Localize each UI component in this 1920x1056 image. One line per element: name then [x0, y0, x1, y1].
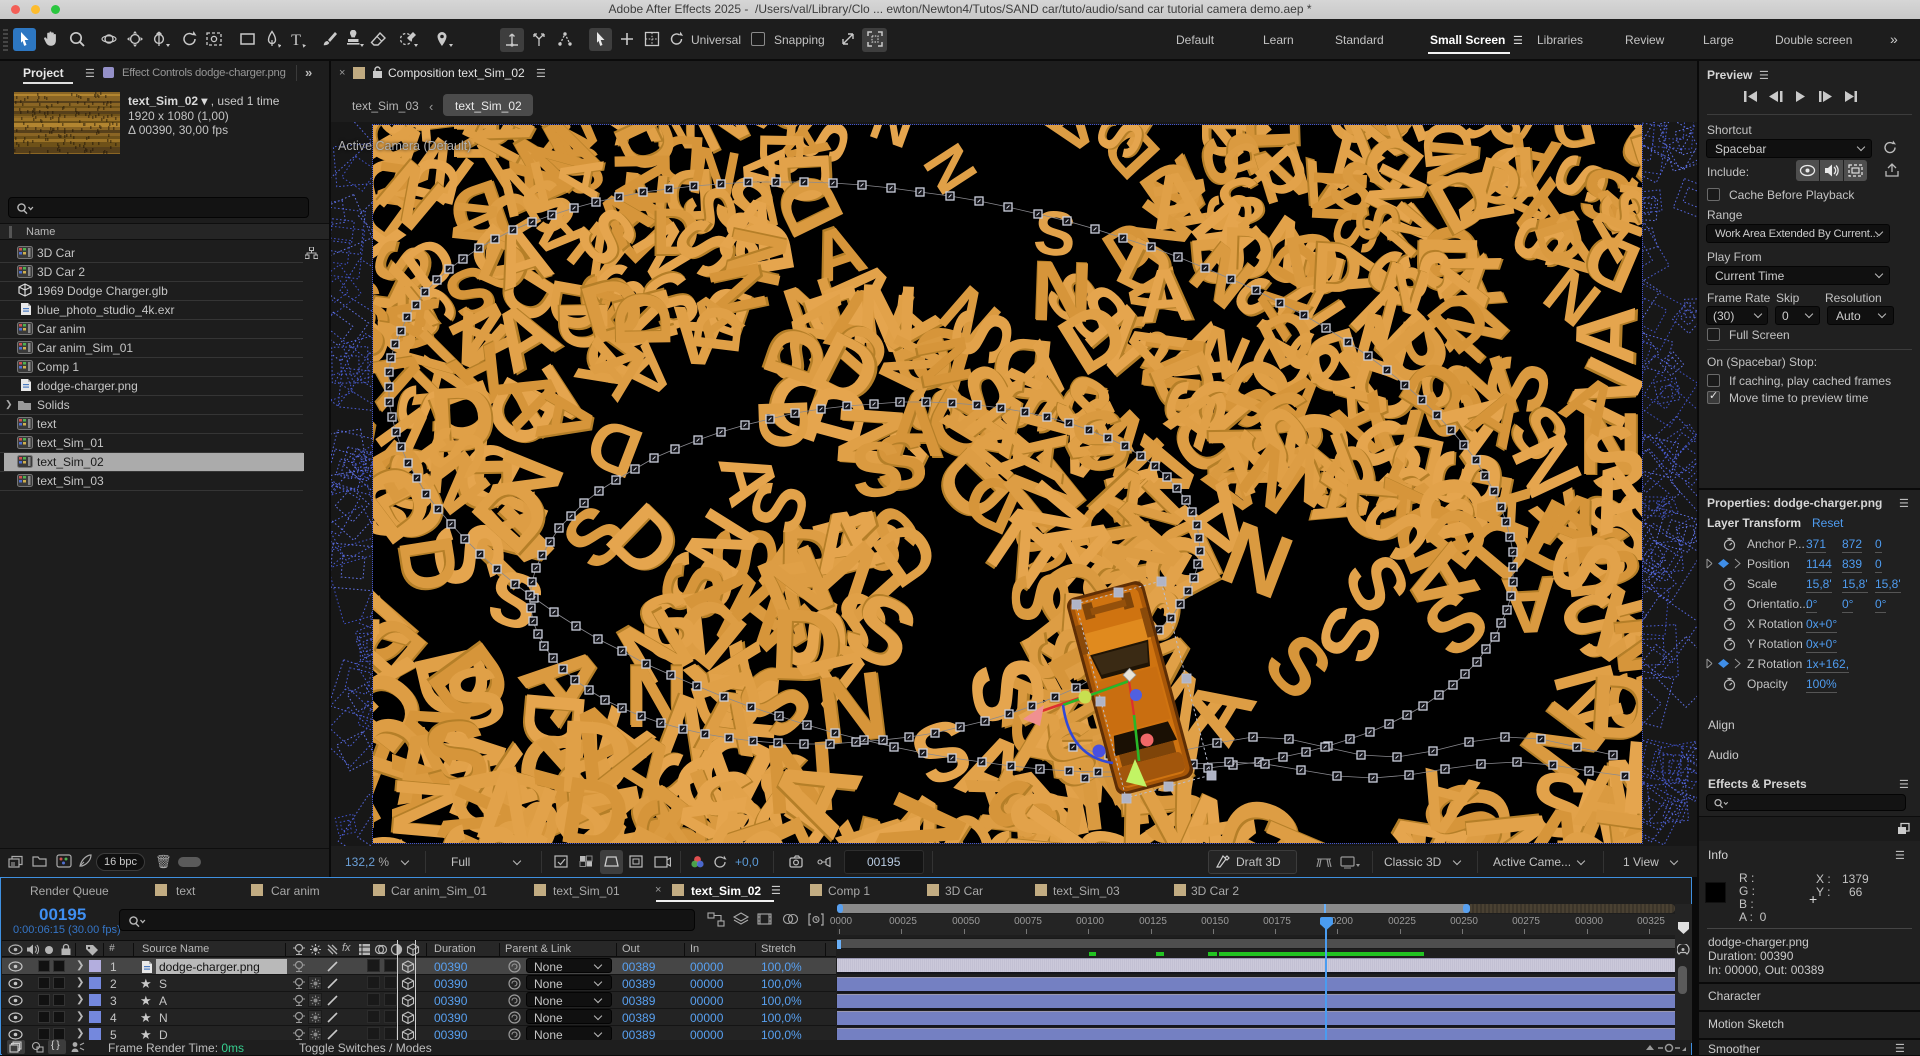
svg-text:D: D [678, 301, 758, 358]
svg-text:D: D [742, 397, 823, 451]
svg-text:T: T [291, 32, 301, 48]
svg-text:N: N [862, 125, 924, 161]
svg-text:S: S [1031, 197, 1079, 270]
svg-text:D: D [1310, 228, 1365, 309]
svg-text:D: D [910, 125, 974, 127]
